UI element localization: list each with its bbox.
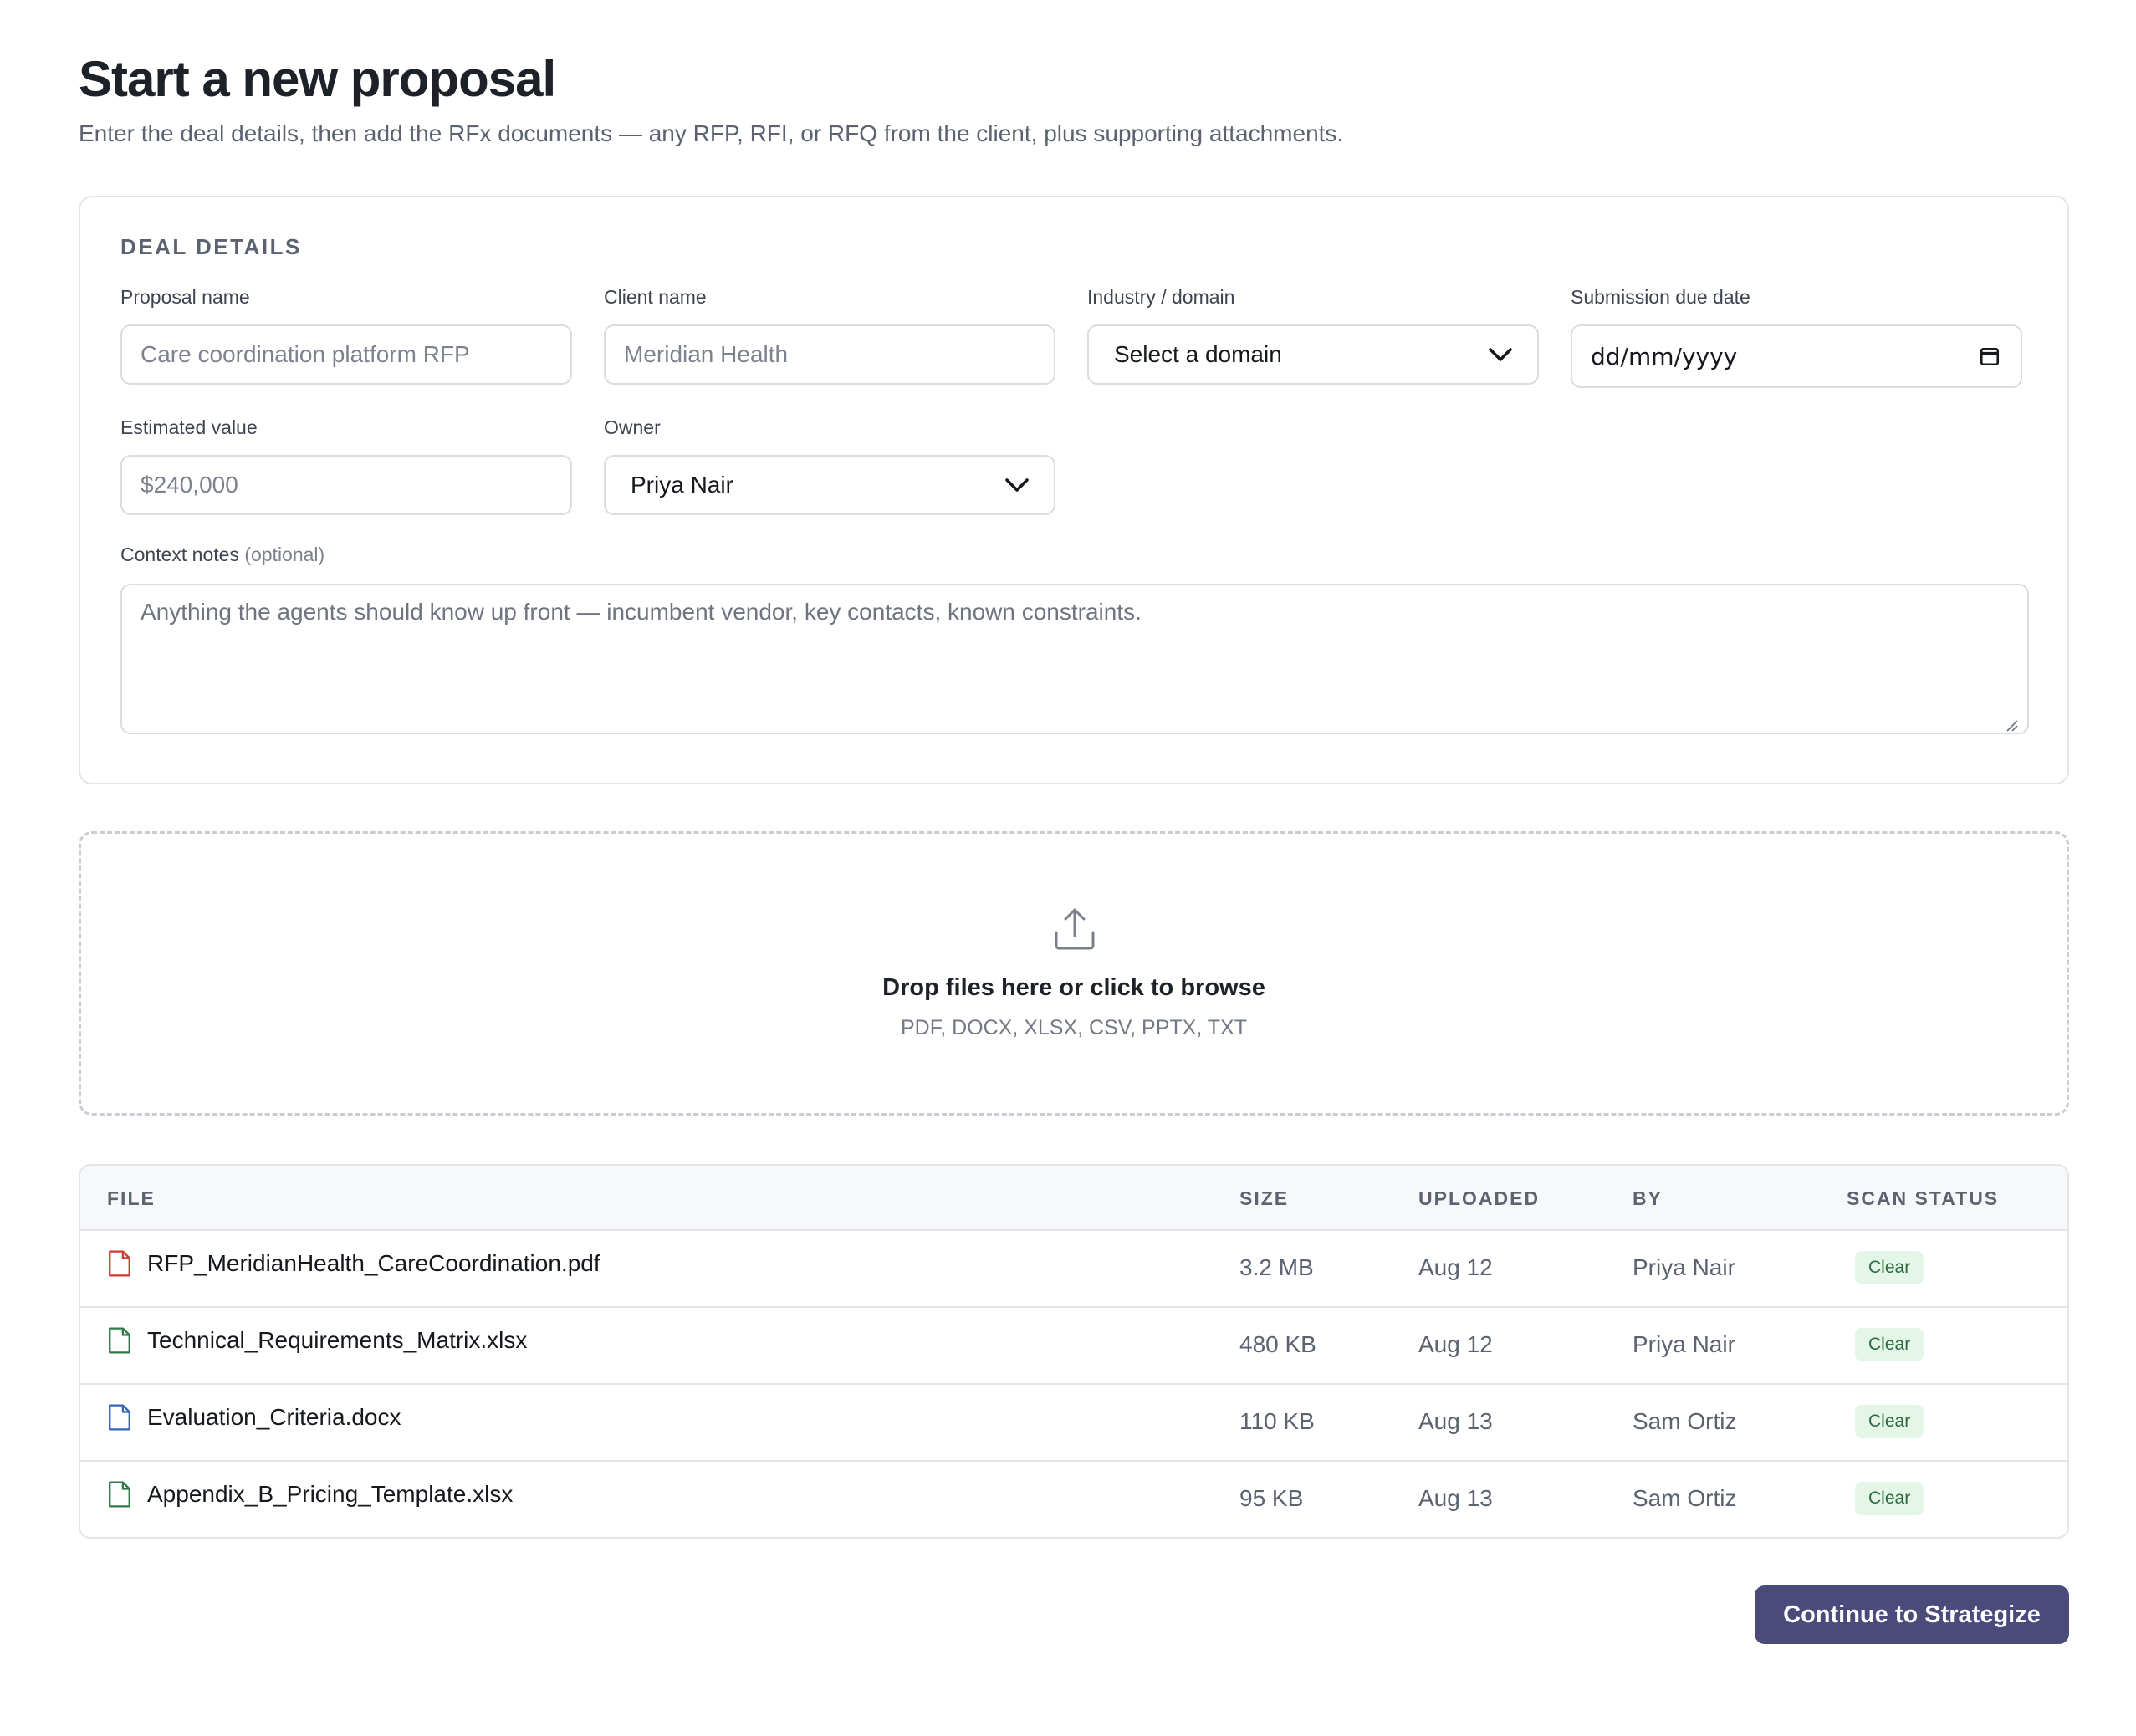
file-uploaded: Aug 12	[1418, 1254, 1493, 1280]
table-header: FILE SIZE UPLOADED BY SCAN STATUS	[80, 1166, 2067, 1231]
proposal-name-label: Proposal name	[120, 286, 250, 308]
column-by: BY	[1633, 1187, 1663, 1209]
proposal-name-input[interactable]	[120, 324, 572, 385]
table-row[interactable]: Evaluation_Criteria.docx 110 KB Aug 13 S…	[80, 1385, 2067, 1462]
column-size: SIZE	[1239, 1187, 1290, 1209]
owner-select-value: Priya Nair	[631, 472, 733, 498]
owner-label: Owner	[604, 416, 661, 438]
calendar-icon[interactable]	[1979, 345, 2001, 367]
column-scan-status: SCAN STATUS	[1847, 1187, 2000, 1209]
file-cell: Appendix_B_Pricing_Template.xlsx	[107, 1480, 513, 1509]
file-uploader: Priya Nair	[1633, 1331, 1735, 1357]
dropzone-formats: PDF, DOCX, XLSX, CSV, PPTX, TXT	[900, 1016, 1247, 1039]
new-proposal-page: Start a new proposal Enter the deal deta…	[0, 0, 2136, 1736]
estimated-value-label: Estimated value	[120, 416, 258, 438]
file-name: Appendix_B_Pricing_Template.xlsx	[147, 1481, 514, 1507]
dropzone-title: Drop files here or click to browse	[882, 974, 1265, 1001]
scan-status-badge: Clear	[1855, 1482, 1924, 1515]
file-docx-icon	[109, 1404, 130, 1431]
industry-select[interactable]: Select a domain	[1087, 324, 1539, 385]
page-subtitle: Enter the deal details, then add the RFx…	[79, 120, 1344, 146]
files-table: FILE SIZE UPLOADED BY SCAN STATUS RFP_Me…	[79, 1164, 2069, 1539]
resize-handle-icon[interactable]	[2004, 717, 2019, 733]
industry-select-value: Select a domain	[1114, 341, 1282, 367]
file-uploader: Sam Ortiz	[1633, 1485, 1737, 1511]
chevron-down-icon	[1489, 348, 1512, 361]
file-size: 3.2 MB	[1239, 1254, 1314, 1280]
file-name: Evaluation_Criteria.docx	[147, 1404, 401, 1430]
file-size: 110 KB	[1239, 1408, 1315, 1434]
column-file: FILE	[107, 1187, 156, 1209]
industry-label: Industry / domain	[1087, 286, 1235, 308]
owner-select[interactable]: Priya Nair	[604, 455, 1055, 515]
file-cell: Evaluation_Criteria.docx	[107, 1403, 401, 1432]
client-name-input[interactable]	[604, 324, 1055, 385]
file-uploaded: Aug 13	[1418, 1408, 1493, 1434]
column-uploaded: UPLOADED	[1418, 1187, 1541, 1209]
file-uploader: Sam Ortiz	[1633, 1408, 1737, 1434]
due-date-value: dd/mm/yyyy	[1591, 342, 1738, 370]
context-notes-label: Context notes (optional)	[120, 544, 324, 566]
table-row[interactable]: RFP_MeridianHealth_CareCoordination.pdf …	[80, 1231, 2067, 1308]
file-cell: Technical_Requirements_Matrix.xlsx	[107, 1326, 527, 1355]
optional-hint: (optional)	[244, 544, 325, 565]
scan-status-badge: Clear	[1855, 1251, 1924, 1284]
file-xlsx-icon	[109, 1481, 130, 1508]
chevron-down-icon	[1005, 478, 1029, 492]
scan-status-badge: Clear	[1855, 1328, 1924, 1361]
context-notes-textarea[interactable]	[120, 584, 2029, 734]
upload-icon	[1055, 908, 1095, 950]
file-uploader: Priya Nair	[1633, 1254, 1735, 1280]
estimated-value-input[interactable]	[120, 455, 572, 515]
file-pdf-icon	[109, 1250, 130, 1277]
file-size: 95 KB	[1239, 1485, 1304, 1511]
file-name: Technical_Requirements_Matrix.xlsx	[147, 1327, 528, 1353]
deal-details-card: DEAL DETAILS Proposal name Client name I…	[79, 196, 2069, 784]
page-title: Start a new proposal	[79, 51, 556, 107]
file-cell: RFP_MeridianHealth_CareCoordination.pdf	[107, 1249, 600, 1278]
continue-to-strategize-button[interactable]: Continue to Strategize	[1755, 1585, 2069, 1644]
file-xlsx-icon	[109, 1327, 130, 1354]
file-size: 480 KB	[1239, 1331, 1316, 1357]
section-title: DEAL DETAILS	[120, 234, 302, 259]
client-name-label: Client name	[604, 286, 707, 308]
file-name: RFP_MeridianHealth_CareCoordination.pdf	[147, 1250, 600, 1276]
due-date-label: Submission due date	[1571, 286, 1750, 308]
file-uploaded: Aug 13	[1418, 1485, 1493, 1511]
scan-status-badge: Clear	[1855, 1405, 1924, 1438]
due-date-input[interactable]: dd/mm/yyyy	[1571, 324, 2022, 388]
context-notes-label-text: Context notes	[120, 544, 239, 565]
file-dropzone[interactable]: Drop files here or click to browse PDF, …	[79, 831, 2069, 1116]
table-row[interactable]: Appendix_B_Pricing_Template.xlsx 95 KB A…	[80, 1462, 2067, 1537]
table-row[interactable]: Technical_Requirements_Matrix.xlsx 480 K…	[80, 1308, 2067, 1385]
file-uploaded: Aug 12	[1418, 1331, 1493, 1357]
